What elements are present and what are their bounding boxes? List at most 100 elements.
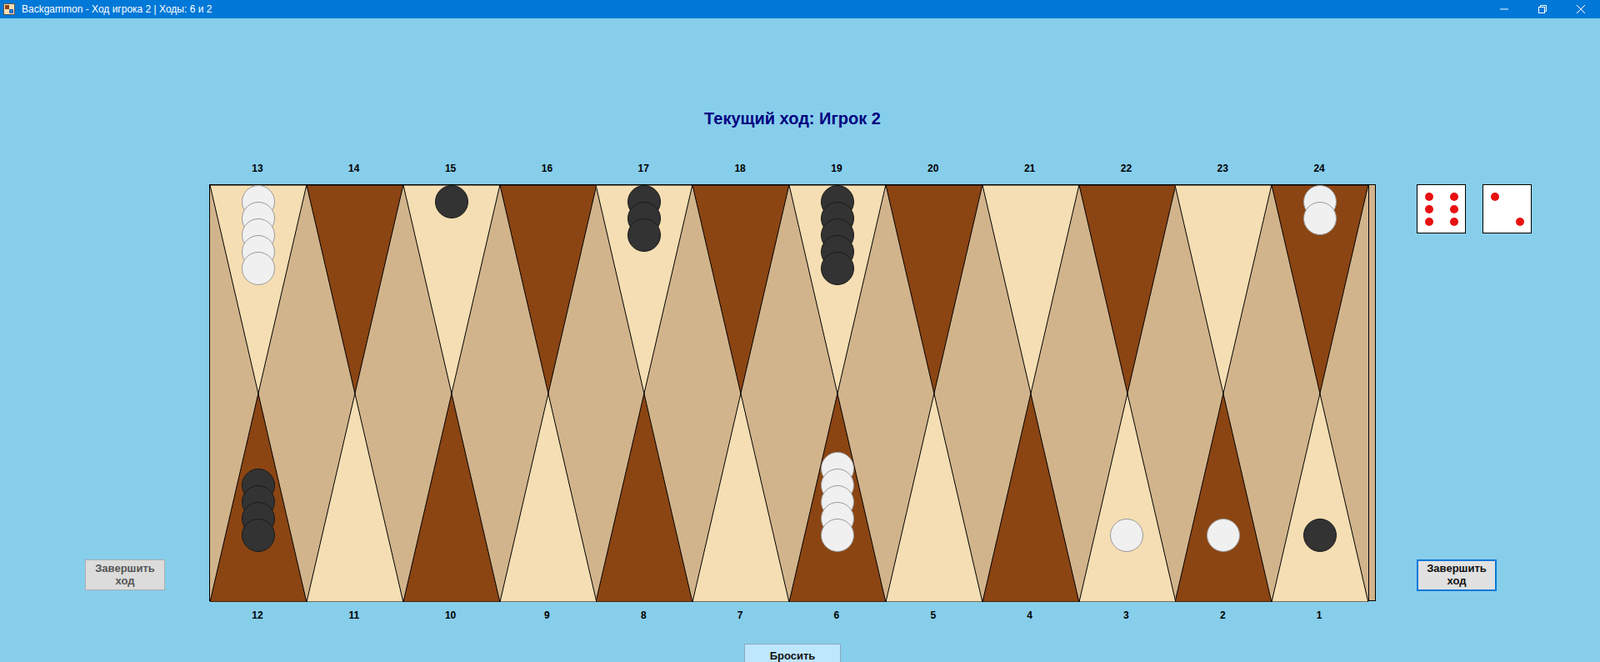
point-label: 21 bbox=[981, 161, 1079, 175]
die bbox=[1482, 184, 1532, 234]
title-bar: Backgammon - Ход игрока 2 | Ходы: 6 и 2 bbox=[0, 0, 1600, 19]
board-edge bbox=[1368, 185, 1375, 600]
board-point[interactable] bbox=[306, 393, 404, 602]
point-triangle-icon bbox=[595, 393, 693, 602]
die-pip bbox=[1450, 192, 1459, 201]
turn-heading: Текущий ход: Игрок 2 bbox=[704, 108, 881, 129]
board-point[interactable] bbox=[982, 185, 1080, 394]
app-window: Backgammon - Ход игрока 2 | Ходы: 6 и 2 Т… bbox=[0, 0, 1600, 662]
die-pip bbox=[1425, 205, 1434, 214]
board-point[interactable] bbox=[500, 185, 597, 394]
board bbox=[209, 184, 1376, 601]
checker[interactable] bbox=[1206, 518, 1240, 552]
point-label: 2 bbox=[1174, 608, 1271, 622]
board-point[interactable] bbox=[692, 393, 790, 602]
close-button[interactable] bbox=[1561, 0, 1600, 19]
board-point[interactable] bbox=[789, 393, 886, 602]
point-label: 1 bbox=[1270, 608, 1368, 622]
die-pip bbox=[1450, 217, 1459, 226]
checker[interactable] bbox=[241, 251, 275, 285]
board-point[interactable] bbox=[403, 393, 500, 602]
roll-button[interactable]: Бросить bbox=[744, 643, 841, 662]
point-label: 18 bbox=[691, 161, 789, 175]
board-point[interactable] bbox=[403, 185, 500, 394]
point-triangle-icon bbox=[885, 185, 983, 394]
die-pip bbox=[1450, 205, 1459, 214]
checker[interactable] bbox=[1110, 518, 1144, 552]
point-label: 12 bbox=[209, 608, 306, 622]
app-icon bbox=[3, 3, 15, 15]
die-pip bbox=[1515, 217, 1525, 226]
point-label: 9 bbox=[499, 608, 596, 622]
board-point[interactable] bbox=[789, 185, 886, 394]
restore-icon bbox=[1538, 5, 1547, 14]
point-label: 13 bbox=[209, 161, 306, 175]
point-triangle-icon bbox=[692, 393, 790, 602]
checker[interactable] bbox=[1303, 518, 1337, 552]
checker[interactable] bbox=[1303, 201, 1337, 235]
point-label: 7 bbox=[691, 608, 789, 622]
board-point[interactable] bbox=[500, 393, 597, 602]
die-pip bbox=[1425, 192, 1434, 201]
board-point[interactable] bbox=[1079, 393, 1176, 602]
point-label: 17 bbox=[595, 161, 692, 175]
minimize-button[interactable] bbox=[1485, 0, 1524, 19]
point-label: 11 bbox=[305, 608, 403, 622]
point-label: 20 bbox=[885, 161, 982, 175]
board-point[interactable] bbox=[210, 185, 307, 394]
checker[interactable] bbox=[435, 185, 469, 219]
point-triangle-icon bbox=[306, 393, 404, 602]
point-triangle-icon bbox=[1079, 185, 1176, 394]
point-label: 24 bbox=[1270, 161, 1368, 175]
board-point[interactable] bbox=[982, 393, 1080, 602]
point-triangle-icon bbox=[1175, 393, 1272, 602]
board-point[interactable] bbox=[1175, 185, 1272, 394]
die-pip bbox=[1425, 217, 1434, 226]
checker[interactable] bbox=[627, 218, 661, 252]
point-label: 22 bbox=[1078, 161, 1175, 175]
board-point[interactable] bbox=[595, 185, 693, 394]
point-triangle-icon bbox=[1079, 393, 1176, 602]
board-point[interactable] bbox=[1271, 393, 1369, 602]
board-point[interactable] bbox=[306, 185, 404, 394]
point-triangle-icon bbox=[1271, 393, 1369, 602]
point-label: 23 bbox=[1174, 161, 1271, 175]
board-point[interactable] bbox=[885, 393, 983, 602]
point-triangle-icon bbox=[403, 393, 500, 602]
point-label: 15 bbox=[402, 161, 500, 175]
board-point[interactable] bbox=[1271, 185, 1369, 394]
board-point[interactable] bbox=[692, 185, 790, 394]
point-triangle-icon bbox=[692, 185, 790, 394]
checker[interactable] bbox=[241, 518, 275, 552]
point-triangle-icon bbox=[1175, 185, 1272, 394]
die-pip bbox=[1490, 192, 1500, 201]
board-point[interactable] bbox=[1175, 393, 1272, 602]
checker[interactable] bbox=[820, 518, 855, 552]
board-point[interactable] bbox=[1079, 185, 1176, 394]
point-label: 10 bbox=[402, 608, 500, 622]
board-point[interactable] bbox=[210, 393, 307, 602]
point-label: 8 bbox=[595, 608, 692, 622]
point-label: 19 bbox=[788, 161, 885, 175]
restore-button[interactable] bbox=[1523, 0, 1562, 19]
point-triangle-icon bbox=[500, 393, 597, 602]
minimize-icon bbox=[1500, 5, 1509, 14]
point-label: 6 bbox=[788, 608, 885, 622]
board-point[interactable] bbox=[885, 185, 983, 394]
end-turn-button[interactable]: Завершить ход bbox=[85, 559, 165, 590]
point-triangle-icon bbox=[982, 393, 1080, 602]
point-label: 3 bbox=[1078, 608, 1175, 622]
point-label: 4 bbox=[981, 608, 1079, 622]
point-label: 5 bbox=[885, 608, 982, 622]
die bbox=[1416, 184, 1466, 234]
board-point[interactable] bbox=[595, 393, 693, 602]
point-label: 16 bbox=[499, 161, 596, 175]
window-title: Backgammon - Ход игрока 2 | Ходы: 6 и 2 bbox=[21, 1, 212, 17]
close-icon bbox=[1576, 5, 1585, 14]
point-triangle-icon bbox=[885, 393, 983, 602]
checker[interactable] bbox=[820, 251, 855, 285]
point-label: 14 bbox=[305, 161, 403, 175]
point-triangle-icon bbox=[306, 185, 404, 394]
point-triangle-icon bbox=[982, 185, 1080, 394]
end-turn-button[interactable]: Завершить ход bbox=[1416, 559, 1497, 591]
